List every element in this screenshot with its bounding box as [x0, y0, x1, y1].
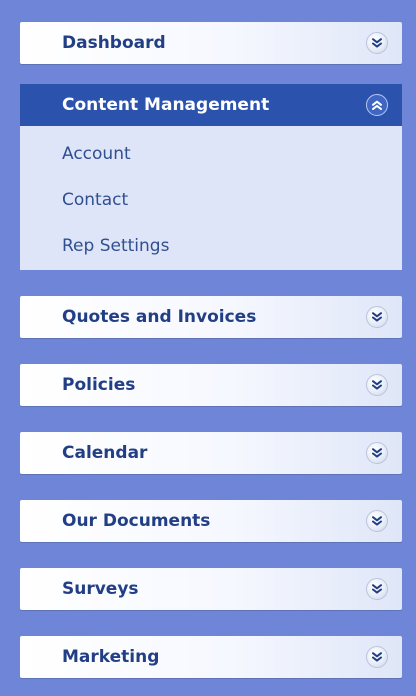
section-label: Marketing — [62, 647, 160, 667]
section-label: Calendar — [62, 443, 148, 463]
section-label: Content Management — [62, 95, 270, 115]
section-dashboard[interactable]: Dashboard — [20, 22, 402, 64]
chevron-down-icon[interactable] — [366, 306, 388, 328]
section-surveys[interactable]: Surveys — [20, 568, 402, 610]
chevron-down-icon[interactable] — [366, 578, 388, 600]
section-label: Surveys — [62, 579, 139, 599]
section-policies[interactable]: Policies — [20, 364, 402, 406]
chevron-up-icon[interactable] — [366, 94, 388, 116]
section-content-management[interactable]: Content Management — [20, 84, 402, 126]
chevron-down-icon[interactable] — [366, 646, 388, 668]
section-quotes-and-invoices[interactable]: Quotes and Invoices — [20, 296, 402, 338]
section-marketing[interactable]: Marketing — [20, 636, 402, 678]
section-label: Policies — [62, 375, 136, 395]
section-label: Quotes and Invoices — [62, 307, 257, 327]
section-label: Our Documents — [62, 511, 211, 531]
submenu-item-contact[interactable]: Contact — [62, 190, 128, 210]
section-our-documents[interactable]: Our Documents — [20, 500, 402, 542]
chevron-down-icon[interactable] — [366, 32, 388, 54]
content-management-submenu: Account Contact Rep Settings — [20, 126, 402, 270]
section-label: Dashboard — [62, 33, 166, 53]
chevron-down-icon[interactable] — [366, 374, 388, 396]
section-calendar[interactable]: Calendar — [20, 432, 402, 474]
chevron-down-icon[interactable] — [366, 442, 388, 464]
submenu-item-rep-settings[interactable]: Rep Settings — [62, 236, 169, 256]
submenu-item-account[interactable]: Account — [62, 144, 131, 164]
chevron-down-icon[interactable] — [366, 510, 388, 532]
sidebar-accordion: Dashboard Content Management Account Con… — [0, 0, 416, 696]
